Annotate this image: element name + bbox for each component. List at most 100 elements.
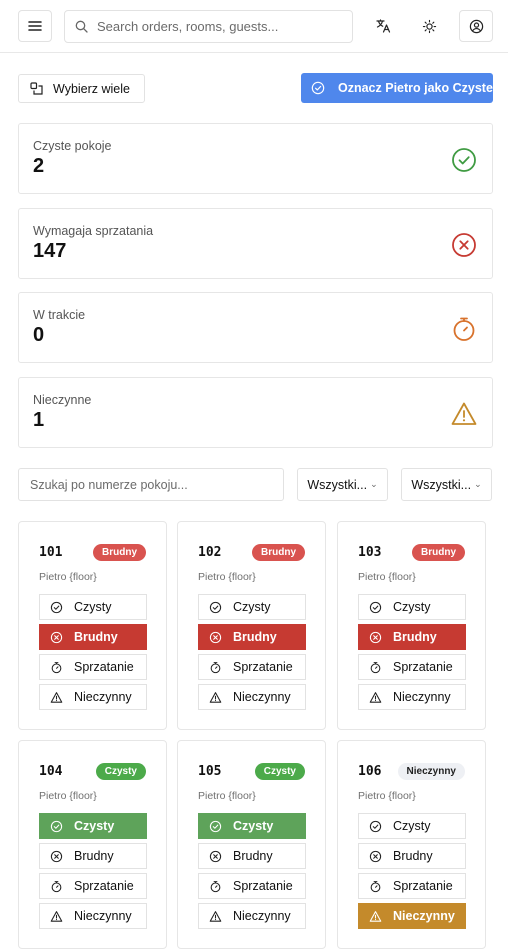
status-badge: Brudny [93, 544, 146, 561]
floor-filter-select[interactable]: Wszystki... ⌄ [401, 468, 492, 501]
room-number: 104 [39, 764, 63, 779]
stat-card-clean: Czyste pokoje 2 [18, 123, 493, 194]
check-circle-icon [450, 146, 478, 174]
status-badge: Nieczynny [397, 763, 465, 780]
status-option-nieczynny[interactable]: Nieczynny [358, 684, 466, 710]
warning-icon [450, 400, 478, 428]
search-icon [75, 20, 88, 33]
stat-label: Wymagaja sprzatania [33, 224, 154, 238]
status-option-label: Nieczynny [233, 690, 291, 704]
warning-icon [369, 691, 382, 704]
status-option-label: Czysty [393, 819, 431, 833]
hamburger-icon [28, 20, 42, 32]
status-option-label: Czysty [233, 819, 274, 833]
menu-button[interactable] [18, 10, 52, 42]
status-option-czysty[interactable]: Czysty [358, 813, 466, 839]
stat-card-dirty: Wymagaja sprzatania 147 [18, 208, 493, 279]
status-option-brudny[interactable]: Brudny [198, 624, 306, 650]
status-option-label: Brudny [233, 630, 277, 644]
status-option-label: Sprzatanie [393, 879, 453, 893]
status-option-sprzatanie[interactable]: Sprzatanie [198, 873, 306, 899]
room-number: 106 [358, 764, 382, 779]
status-option-nieczynny[interactable]: Nieczynny [198, 903, 306, 929]
check-circle-icon [369, 820, 382, 833]
status-badge: Czysty [254, 763, 305, 780]
check-circle-icon [209, 601, 222, 614]
room-number: 101 [39, 545, 63, 560]
status-option-label: Nieczynny [393, 909, 455, 923]
room-card: 106 Nieczynny Pietro {floor} Czysty Brudny Sp… [337, 740, 486, 949]
status-option-sprzatanie[interactable]: Sprzatanie [358, 654, 466, 680]
status-option-label: Nieczynny [393, 690, 451, 704]
chevron-down-icon: ⌄ [370, 479, 378, 489]
timer-icon [50, 661, 63, 674]
status-badge: Brudny [252, 544, 305, 561]
status-option-brudny[interactable]: Brudny [358, 624, 466, 650]
status-option-brudny[interactable]: Brudny [39, 624, 147, 650]
x-circle-icon [50, 631, 63, 644]
x-circle-icon [209, 850, 222, 863]
room-card: 102 Brudny Pietro {floor} Czysty Brudny Sprza… [177, 521, 326, 730]
status-option-label: Brudny [74, 849, 114, 863]
mark-floor-clean-button[interactable]: Oznacz Pietro jako Czyste [301, 73, 493, 103]
status-badge: Brudny [412, 544, 465, 561]
profile-button[interactable] [459, 10, 493, 42]
language-button[interactable] [366, 10, 400, 42]
warning-icon [209, 910, 222, 923]
check-circle-icon [311, 81, 325, 95]
multi-select-icon [30, 82, 43, 95]
select-many-button[interactable]: Wybierz wiele [18, 74, 145, 103]
status-option-czysty[interactable]: Czysty [198, 594, 306, 620]
status-badge: Czysty [95, 763, 146, 780]
status-option-brudny[interactable]: Brudny [39, 843, 147, 869]
status-option-nieczynny[interactable]: Nieczynny [198, 684, 306, 710]
room-number: 103 [358, 545, 382, 560]
status-option-nieczynny[interactable]: Nieczynny [39, 684, 147, 710]
status-option-nieczynny[interactable]: Nieczynny [358, 903, 466, 929]
room-search-input[interactable]: Szukaj po numerze pokoju... [18, 468, 284, 501]
timer-icon [450, 315, 478, 343]
status-option-label: Sprzatanie [74, 879, 134, 893]
room-card: 105 Czysty Pietro {floor} Czysty Brudny Sprza… [177, 740, 326, 949]
status-option-sprzatanie[interactable]: Sprzatanie [358, 873, 466, 899]
status-option-czysty[interactable]: Czysty [39, 594, 147, 620]
room-floor: Pietro {floor} [358, 571, 416, 583]
room-floor: Pietro {floor} [39, 790, 97, 802]
status-filter-select[interactable]: Wszystki... ⌄ [297, 468, 388, 501]
x-circle-icon [50, 850, 63, 863]
translate-icon [375, 18, 391, 34]
status-option-label: Nieczynny [233, 909, 291, 923]
status-option-czysty[interactable]: Czysty [198, 813, 306, 839]
status-option-brudny[interactable]: Brudny [198, 843, 306, 869]
top-bar: Search orders, rooms, guests... [0, 0, 508, 53]
room-floor: Pietro {floor} [198, 790, 256, 802]
status-option-label: Brudny [74, 630, 118, 644]
stat-label: Nieczynne [33, 393, 92, 407]
status-option-brudny[interactable]: Brudny [358, 843, 466, 869]
stat-card-out-of-order: Nieczynne 1 [18, 377, 493, 448]
status-option-sprzatanie[interactable]: Sprzatanie [39, 873, 147, 899]
room-number: 105 [198, 764, 222, 779]
status-option-czysty[interactable]: Czysty [39, 813, 147, 839]
select-many-label: Wybierz wiele [53, 81, 130, 96]
sun-icon [422, 19, 437, 34]
status-option-sprzatanie[interactable]: Sprzatanie [198, 654, 306, 680]
status-option-label: Czysty [74, 600, 112, 614]
status-option-label: Sprzatanie [233, 660, 293, 674]
status-option-label: Brudny [393, 849, 433, 863]
status-option-label: Brudny [233, 849, 273, 863]
status-option-sprzatanie[interactable]: Sprzatanie [39, 654, 147, 680]
status-option-czysty[interactable]: Czysty [358, 594, 466, 620]
theme-toggle-button[interactable] [412, 10, 446, 42]
check-circle-icon [209, 820, 222, 833]
status-option-label: Sprzatanie [393, 660, 453, 674]
status-option-label: Sprzatanie [74, 660, 134, 674]
status-option-nieczynny[interactable]: Nieczynny [39, 903, 147, 929]
timer-icon [50, 880, 63, 893]
warning-icon [50, 691, 63, 704]
room-card: 104 Czysty Pietro {floor} Czysty Brudny Sprza… [18, 740, 167, 949]
status-option-label: Brudny [393, 630, 437, 644]
stat-label: W trakcie [33, 308, 86, 322]
global-search-input[interactable]: Search orders, rooms, guests... [64, 10, 353, 43]
timer-icon [369, 661, 382, 674]
